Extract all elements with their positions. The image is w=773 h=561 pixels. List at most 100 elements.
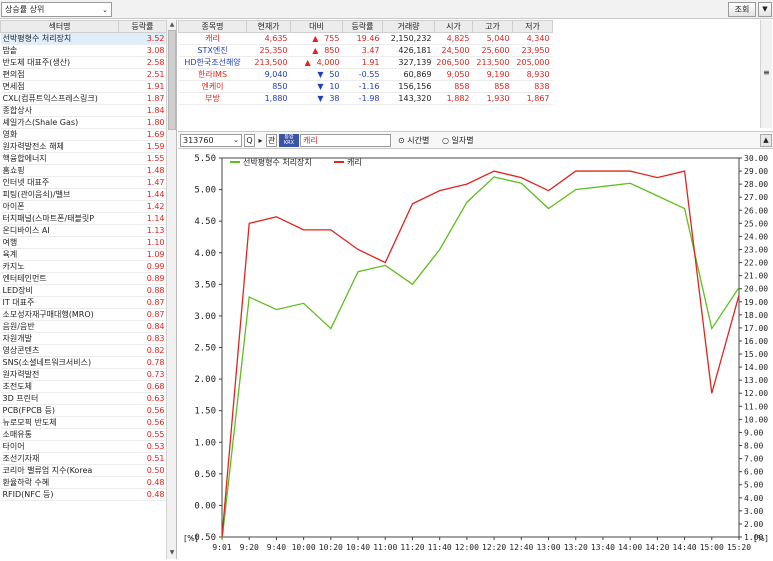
theme-rate: 0.73 [118,368,167,381]
y-left-tick: 0.50 [194,470,216,480]
stock-low: 838 [512,80,553,93]
search-icon[interactable]: Q [244,134,255,147]
stock-code-value: 313760 [183,136,214,145]
table-row[interactable]: 육계 1.09 [0,248,167,261]
table-row[interactable]: 환율하락 수혜 0.48 [0,476,167,489]
table-row[interactable]: 인터넷 대표주 1.47 [0,176,167,189]
table-row[interactable]: 면세점 1.91 [0,80,167,93]
theme-list-scrollbar[interactable]: ▲ ▼ [166,20,176,559]
table-row[interactable]: 피팅(관이음쇠)/밸브 1.44 [0,188,167,201]
stock-header[interactable]: 저가 [512,20,553,33]
table-row[interactable]: 캐리 4,635 ▲ 755 19.46 2,150,232 4,825 5,040 4,340 [178,32,553,45]
line-chart[interactable]: 5.50 5.00 4.50 4.00 3.50 3.00 2.50 2.00 1.50 1.00… [178,150,773,559]
table-row[interactable]: 소모성자재구매대행(MRO) 0.87 [0,308,167,321]
x-tick: 14:40 [673,543,697,552]
stock-code-input[interactable]: 313760 ⌄ [180,134,242,147]
table-row[interactable]: 반도체 대표주(생산) 2.58 [0,56,167,69]
menu-dropdown-button[interactable]: ▼ [758,2,772,17]
scroll-up-icon[interactable]: ▲ [167,20,176,30]
table-row[interactable]: 온디바이스 AI 1.13 [0,224,167,237]
sort-select[interactable]: 상승률 상위 ⌄ [1,2,112,17]
stock-high: 5,040 [472,32,513,45]
table-row[interactable]: IT 대표주 0.87 [0,296,167,309]
y-right-tick: 2.00 [744,520,763,529]
scrollbar-thumb[interactable] [168,30,176,130]
table-row[interactable]: 원자력발전 0.73 [0,368,167,381]
theme-name: 뉴로모픽 반도체 [0,416,119,429]
arrow-icon[interactable]: ▸ [256,134,265,147]
stock-header[interactable]: 시가 [434,20,473,33]
table-row[interactable]: 소매유통 0.55 [0,428,167,441]
table-row[interactable]: 셰일가스(Shale Gas) 1.80 [0,116,167,129]
table-row[interactable]: 선박평형수 처리장치 3.52 [0,32,167,45]
theme-rate: 1.14 [118,212,167,225]
y-right-unit: [%] [754,534,768,543]
theme-rate: 3.52 [118,32,167,45]
theme-header-name[interactable]: 섹터명 [0,20,119,33]
stock-header[interactable]: 고가 [472,20,513,33]
table-row[interactable]: RFID(NFC 등) 0.48 [0,488,167,501]
stock-header[interactable]: 대비 [290,20,343,33]
table-row[interactable]: LED장비 0.88 [0,284,167,297]
table-row[interactable]: 한라IMS 9,040 ▼ 50 -0.55 60,869 9,050 9,190 8,930 [178,68,553,81]
table-row[interactable]: 타이어 0.53 [0,440,167,453]
up-arrow-icon: ▲ [304,58,311,67]
stock-header[interactable]: 현재가 [246,20,291,33]
table-row[interactable]: 조선기자재 0.51 [0,452,167,465]
stock-header[interactable]: 등락률 [342,20,383,33]
stock-open: 858 [434,80,473,93]
table-row[interactable]: 엔케이 850 ▼ 10 -1.16 156,156 858 858 838 [178,80,553,93]
table-row[interactable]: 밥솥 3.08 [0,44,167,57]
stock-list-scrollbar[interactable]: ≡ [760,20,772,128]
table-row[interactable]: 홈쇼핑 1.48 [0,164,167,177]
radio-time[interactable]: ⊙ 시간별 [398,135,429,147]
table-row[interactable]: 엔터테인먼트 0.89 [0,272,167,285]
query-button[interactable]: 조회 [728,2,756,17]
theme-rate: 1.55 [118,152,167,165]
theme-rate: 0.89 [118,272,167,285]
table-row[interactable]: STX엔진 25,350 ▲ 850 3.47 426,181 24,500 25,600 23… [178,44,553,57]
stock-diff-value: 50 [329,70,340,79]
table-row[interactable]: 영상콘텐츠 0.82 [0,344,167,357]
table-row[interactable]: 종합상사 1.84 [0,104,167,117]
table-row[interactable]: 부방 1,880 ▼ 38 -1.98 143,320 1,882 1,930 1,867 [178,92,553,105]
table-row[interactable]: CXL(컴퓨트익스프레스링크) 1.87 [0,92,167,105]
table-row[interactable]: 원자력발전소 해체 1.59 [0,140,167,153]
table-row[interactable]: HD한국조선해양 213,500 ▲ 4,000 1.91 327,139 206,500 2… [178,56,553,69]
scroll-down-icon[interactable]: ▼ [167,548,176,558]
stock-header[interactable]: 종목명 [178,20,247,33]
theme-rate: 0.78 [118,356,167,369]
x-tick: 13:40 [591,543,615,552]
table-row[interactable]: 편의점 2.51 [0,68,167,81]
stock-header[interactable]: 거래량 [382,20,435,33]
table-row[interactable]: 자원개발 0.83 [0,332,167,345]
stock-price: 850 [246,80,291,93]
y-left-tick: 2.50 [194,344,216,354]
radio-unselected-icon: ○ [442,136,449,145]
table-row[interactable]: 영화 1.69 [0,128,167,141]
x-tick: 12:40 [509,543,533,552]
theme-header-rate[interactable]: 등락률 [118,20,167,33]
table-row[interactable]: 3D 프린터 0.63 [0,392,167,405]
krx-button[interactable]: 통합 KRX [279,134,299,147]
table-row[interactable]: 코리아 밸류업 지수(Korea 0.50 [0,464,167,477]
table-row[interactable]: PCB(FPCB 등) 0.56 [0,404,167,417]
collapse-up-icon[interactable]: ▲ [760,134,772,147]
y-left-tick: 2.00 [194,375,216,385]
table-row[interactable]: 핵융합에너지 1.55 [0,152,167,165]
theme-name: 조선기자재 [0,452,119,465]
theme-rate: 0.82 [118,344,167,357]
table-row[interactable]: 뉴로모픽 반도체 0.56 [0,416,167,429]
radio-day[interactable]: ○ 일자별 [442,135,474,147]
table-row[interactable]: 여행 1.10 [0,236,167,249]
stock-high: 25,600 [472,44,513,57]
table-row[interactable]: 아이폰 1.42 [0,200,167,213]
table-row[interactable]: 음원/음반 0.84 [0,320,167,333]
table-row[interactable]: 터치패널(스마트폰/태블릿P 1.14 [0,212,167,225]
gwan-button[interactable]: 관 [266,134,277,147]
y-right-tick: 5.00 [744,481,763,490]
table-row[interactable]: 카지노 0.99 [0,260,167,273]
table-row[interactable]: 초전도체 0.68 [0,380,167,393]
theme-rate: 1.69 [118,128,167,141]
table-row[interactable]: SNS(소셜네트워크서비스) 0.78 [0,356,167,369]
